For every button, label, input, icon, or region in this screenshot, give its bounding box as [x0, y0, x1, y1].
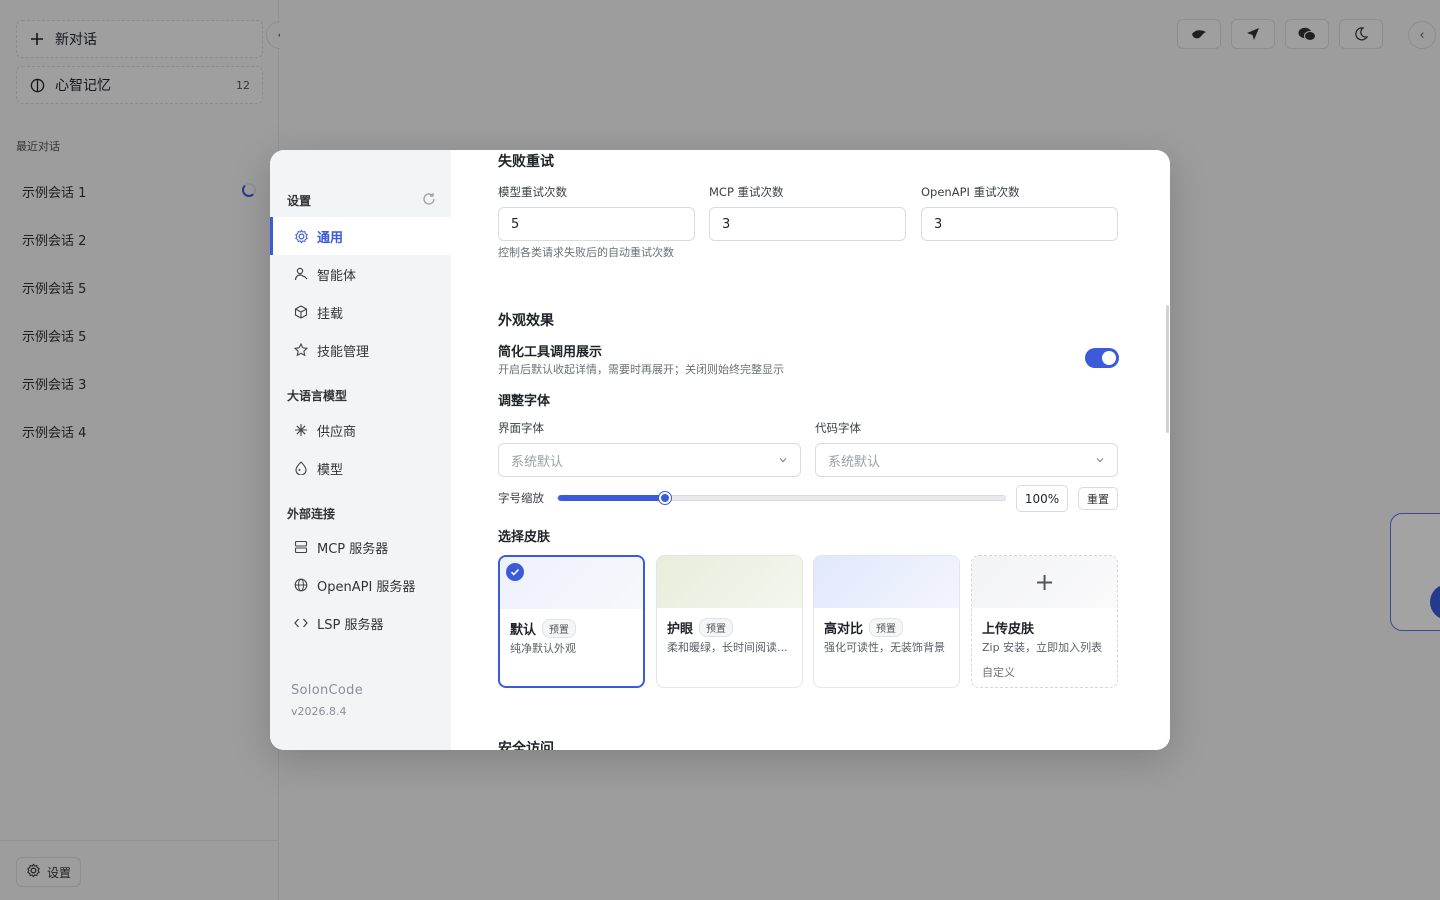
nav-item-label: 供应商 [317, 424, 357, 440]
code-font-label: 代码字体 [815, 421, 861, 435]
model-retry-value: 5 [511, 216, 520, 232]
retry-hint: 控制各类请求失败后的自动重试次数 [498, 246, 674, 259]
skin-name-row: 护眼 预置 [667, 618, 734, 637]
refresh-icon[interactable] [422, 191, 436, 205]
skin-name: 上传皮肤 [982, 622, 1035, 637]
nav-item-label: 智能体 [317, 268, 357, 284]
nav-item-general[interactable]: 通用 [270, 217, 451, 255]
code-icon [293, 615, 309, 631]
font-scale-value[interactable]: 100% [1016, 485, 1068, 512]
content-scrollbar[interactable] [1166, 305, 1169, 433]
ui-font-value: 系统默认 [511, 454, 564, 470]
settings-content: 失败重试 模型重试次数 MCP 重试次数 OpenAPI 重试次数 5 3 3 … [451, 150, 1170, 750]
nav-item-label: LSP 服务器 [317, 617, 384, 633]
skin-preview [657, 556, 802, 608]
skin-name: 高对比 [824, 622, 864, 637]
skin-name-row: 高对比 预置 [824, 618, 904, 637]
app-version: v2026.8.4 [291, 705, 347, 718]
openapi-retry-value: 3 [934, 216, 943, 232]
nav-item-models[interactable]: 模型 [270, 449, 451, 487]
openapi-retry-input[interactable]: 3 [921, 207, 1118, 241]
slider-thumb[interactable] [659, 492, 672, 504]
model-retry-label: 模型重试次数 [498, 185, 567, 199]
skin-description: 纯净默认外观 [510, 642, 576, 655]
font-section-title: 调整字体 [498, 394, 551, 409]
nav-item-mcp[interactable]: MCP 服务器 [270, 528, 451, 566]
check-icon [506, 563, 524, 581]
mcp-retry-input[interactable]: 3 [709, 207, 906, 241]
code-font-value: 系统默认 [828, 454, 881, 470]
font-scale-slider[interactable] [557, 492, 1006, 504]
model-icon [293, 460, 309, 476]
skin-name-row: 默认 预置 [510, 619, 577, 638]
slider-fill [558, 495, 666, 501]
nav-item-label: 挂载 [317, 306, 344, 322]
nav-item-openapi[interactable]: OpenAPI 服务器 [270, 566, 451, 604]
skin-tag: 预置 [542, 619, 577, 638]
skin-name-row: 上传皮肤 [982, 618, 1034, 637]
ui-font-select[interactable]: 系统默认 [498, 443, 801, 477]
reset-font-button[interactable]: 重置 [1078, 487, 1118, 510]
simplify-tools-toggle[interactable] [1085, 348, 1119, 368]
skin-card-eyecare[interactable]: 护眼 预置 柔和暖绿，长时间阅读... [656, 555, 803, 688]
skin-preview [814, 556, 959, 608]
nav-section-llm: 大语言模型 [287, 389, 348, 403]
skin-tag: 预置 [869, 618, 904, 637]
skin-name: 默认 [510, 623, 537, 638]
skin-description: Zip 安装，立即加入列表 [982, 641, 1103, 654]
gear-icon [293, 228, 309, 244]
plus-icon: + [1034, 568, 1055, 596]
nav-item-agent[interactable]: 智能体 [270, 255, 451, 293]
ui-font-label: 界面字体 [498, 421, 544, 435]
agent-icon [293, 266, 309, 282]
nav-item-label: OpenAPI 服务器 [317, 579, 416, 595]
code-font-select[interactable]: 系统默认 [815, 443, 1118, 477]
mcp-retry-label: MCP 重试次数 [709, 185, 784, 199]
model-retry-input[interactable]: 5 [498, 207, 695, 241]
nav-section-external: 外部连接 [287, 507, 336, 521]
skin-description: 强化可读性，无装饰背景 [824, 641, 945, 654]
nav-item-label: 技能管理 [317, 344, 370, 360]
section-title-retry: 失败重试 [498, 154, 554, 170]
font-scale-label: 字号缩放 [498, 491, 544, 505]
nav-item-providers[interactable]: 供应商 [270, 411, 451, 449]
chevron-down-icon [779, 458, 787, 463]
nav-item-mount[interactable]: 挂载 [270, 293, 451, 331]
nav-item-label: 通用 [317, 230, 344, 246]
skin-upload-card[interactable]: + 上传皮肤 Zip 安装，立即加入列表 自定义 [971, 555, 1118, 688]
nav-item-label: MCP 服务器 [317, 541, 389, 557]
settings-nav: 设置 通用 智能体 挂载 技能管理 大语言模型 供应商 模型 外部连接 MCP … [270, 150, 451, 750]
nav-item-skills[interactable]: 技能管理 [270, 331, 451, 369]
globe-icon [293, 577, 309, 593]
nav-item-lsp[interactable]: LSP 服务器 [270, 604, 451, 642]
sparkle-icon [293, 422, 309, 438]
simplify-tools-label: 简化工具调用展示 [498, 345, 603, 360]
section-title-appearance: 外观效果 [498, 313, 554, 329]
settings-modal: 设置 通用 智能体 挂载 技能管理 大语言模型 供应商 模型 外部连接 MCP … [270, 150, 1170, 750]
star-icon [293, 342, 309, 358]
skin-extra-label: 自定义 [982, 666, 1015, 679]
skin-name: 护眼 [667, 622, 694, 637]
section-title-security: 安全访问 [498, 741, 554, 750]
skin-tag: 预置 [699, 618, 734, 637]
simplify-tools-hint: 开启后默认收起详情，需要时再展开；关闭则始终完整显示 [498, 363, 784, 376]
skin-card-default[interactable]: 默认 预置 纯净默认外观 [498, 555, 645, 688]
mcp-retry-value: 3 [722, 216, 731, 232]
chevron-down-icon [1096, 458, 1104, 463]
nav-item-label: 模型 [317, 462, 344, 478]
openapi-retry-label: OpenAPI 重试次数 [921, 185, 1020, 199]
cube-icon [293, 304, 309, 320]
server-icon [293, 539, 309, 555]
skin-card-high-contrast[interactable]: 高对比 预置 强化可读性，无装饰背景 [813, 555, 960, 688]
brand-name: SolonCode [291, 683, 363, 698]
skins-section-title: 选择皮肤 [498, 530, 551, 545]
skin-description: 柔和暖绿，长时间阅读... [667, 641, 788, 654]
nav-section-settings: 设置 [287, 194, 312, 208]
